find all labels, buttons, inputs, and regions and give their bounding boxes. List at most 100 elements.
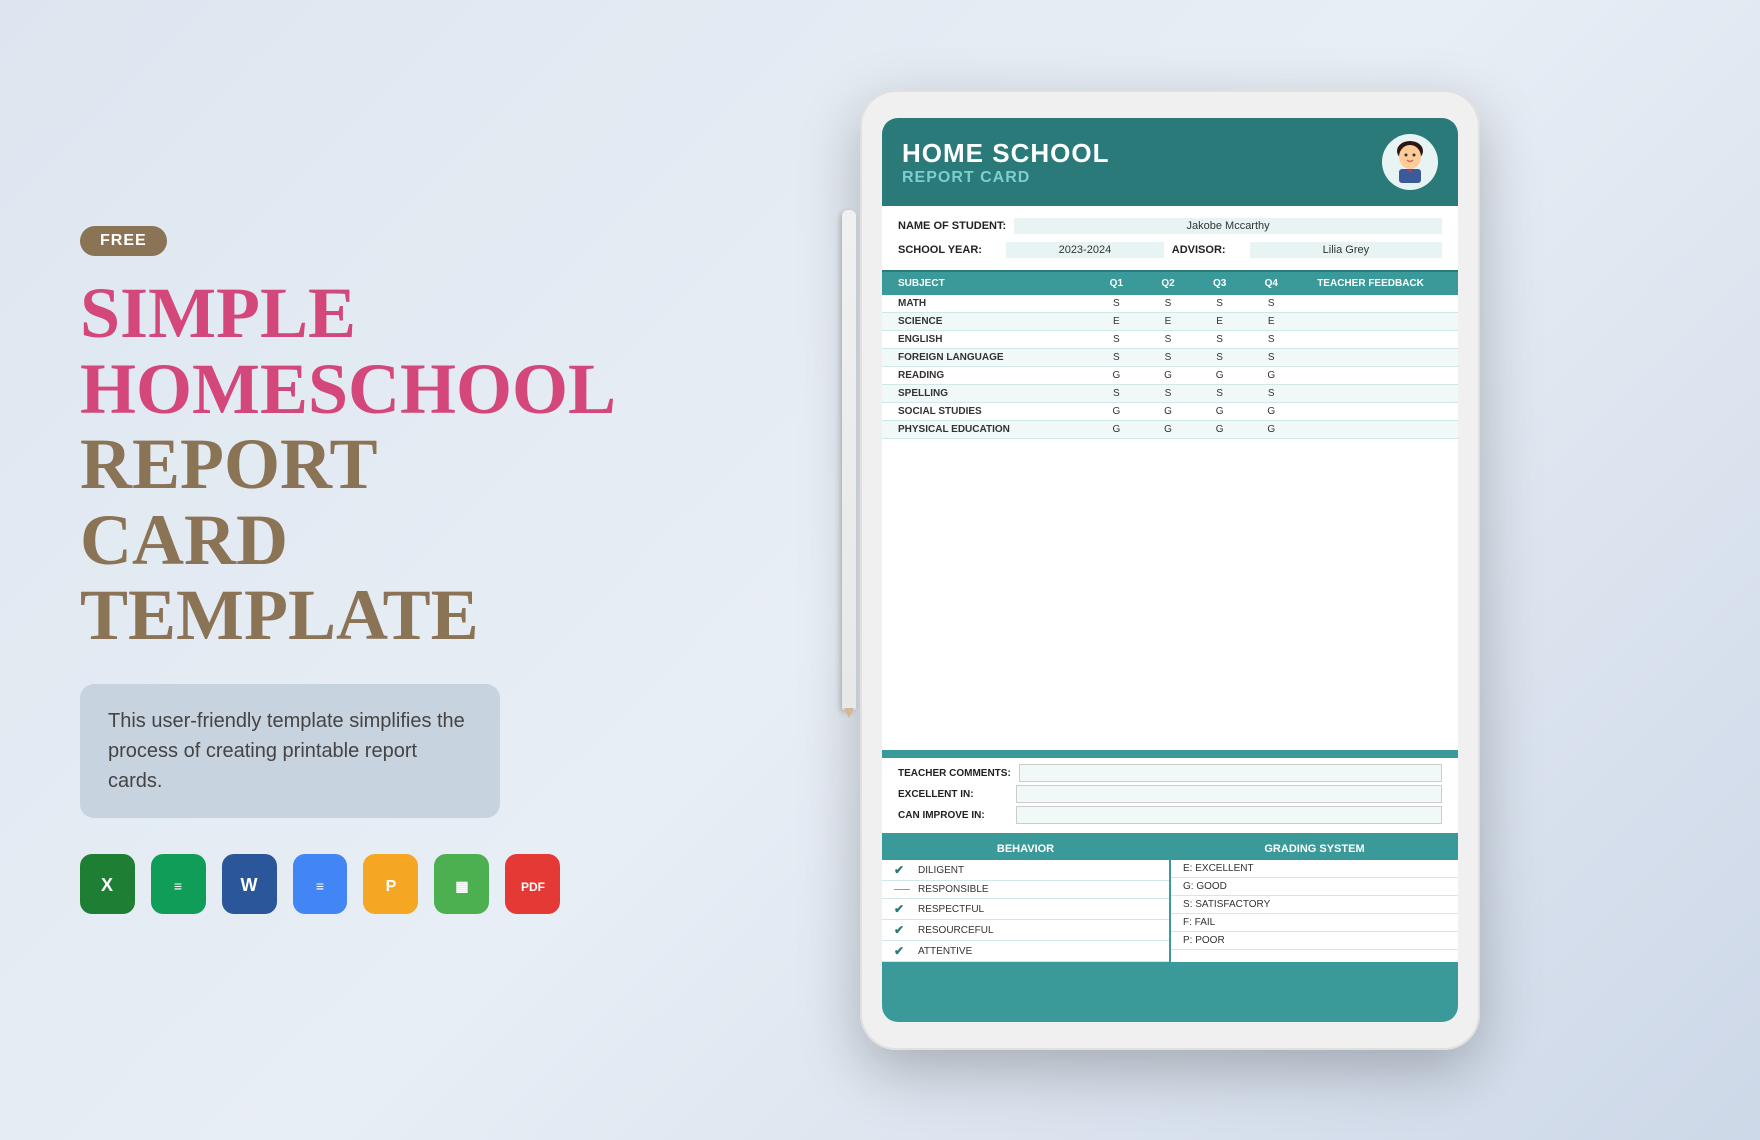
td-q4: S	[1247, 298, 1295, 309]
footer-bar	[882, 962, 1458, 1022]
th-q3: Q3	[1196, 278, 1244, 289]
ipad-frame: HOME SCHOOL REPORT CARD	[860, 90, 1480, 1050]
grading-list: E: EXCELLENTG: GOODS: SATISFACTORYF: FAI…	[1171, 860, 1458, 950]
td-q1: S	[1093, 352, 1141, 363]
td-subject: FOREIGN LANGUAGE	[898, 352, 1089, 363]
td-q4: S	[1247, 334, 1295, 345]
td-q1: E	[1093, 316, 1141, 327]
checkmark-icon: ✔	[894, 902, 910, 916]
excel-icon: X	[80, 854, 135, 914]
comment-value	[1016, 785, 1442, 803]
ipad-screen: HOME SCHOOL REPORT CARD	[882, 118, 1458, 1022]
grading-item: G: GOOD	[1171, 878, 1458, 896]
behavior-label: RESPECTFUL	[918, 904, 984, 915]
school-year-row: SCHOOL YEAR: 2023-2024 ADVISOR: Lilia Gr…	[898, 238, 1442, 262]
report-header: HOME SCHOOL REPORT CARD	[882, 118, 1458, 206]
pdf-icon: PDF	[505, 854, 560, 914]
bottom-section: BEHAVIOR ✔ DILIGENT RESPONSIBLE ✔ RESPECTFUL…	[882, 835, 1458, 962]
grading-item: P: POOR	[1171, 932, 1458, 950]
behavior-list: ✔ DILIGENT RESPONSIBLE ✔ RESPECTFUL ✔RESOURCE…	[882, 860, 1169, 962]
svg-text:≡: ≡	[174, 878, 182, 894]
title-line-4: TEMPLATE	[80, 578, 560, 654]
comment-row: TEACHER COMMENTS:	[898, 764, 1442, 782]
checkmark-icon: ✔	[894, 944, 910, 958]
docs-icon: ≡	[293, 854, 348, 914]
grading-item: E: EXCELLENT	[1171, 860, 1458, 878]
svg-text:▦: ▦	[455, 878, 468, 894]
table-row: READING G G G G	[882, 367, 1458, 385]
td-subject: PHYSICAL EDUCATION	[898, 424, 1089, 435]
word-icon: W	[222, 854, 277, 914]
advisor-value: Lilia Grey	[1250, 242, 1442, 258]
checkmark-icon: ✔	[894, 923, 910, 937]
behavior-item: ✔ RESPECTFUL	[882, 899, 1169, 920]
spacer-1	[882, 750, 1458, 758]
table-row: PHYSICAL EDUCATION G G G G	[882, 421, 1458, 439]
comment-row: EXCELLENT IN:	[898, 785, 1442, 803]
main-title: SIMPLE HOMESCHOOL REPORT CARD TEMPLATE	[80, 276, 560, 654]
numbers-icon: ▦	[434, 854, 489, 914]
td-q4: S	[1247, 388, 1295, 399]
td-q1: G	[1093, 406, 1141, 417]
table-row: SCIENCE E E E E	[882, 313, 1458, 331]
svg-text:W: W	[241, 875, 258, 895]
app-icons-row: X ≡ W ≡ P ▦ PDF	[80, 854, 560, 914]
student-name-label: NAME OF STUDENT:	[898, 220, 1006, 232]
table-row: FOREIGN LANGUAGE S S S S	[882, 349, 1458, 367]
pencil	[842, 210, 856, 710]
title-line-1: SIMPLE	[80, 276, 560, 352]
td-feedback	[1299, 298, 1442, 309]
td-q2: E	[1144, 316, 1192, 327]
td-q1: S	[1093, 334, 1141, 345]
school-year-value: 2023-2024	[1006, 242, 1164, 258]
grading-item: F: FAIL	[1171, 914, 1458, 932]
grading-section: GRADING SYSTEM E: EXCELLENTG: GOODS: SAT…	[1171, 838, 1458, 962]
student-name-row: NAME OF STUDENT: Jakobe Mccarthy	[898, 214, 1442, 238]
th-feedback: TEACHER FEEDBACK	[1299, 278, 1442, 289]
left-panel: FREE SIMPLE HOMESCHOOL REPORT CARD TEMPL…	[0, 0, 620, 1140]
grades-section: SUBJECT Q1 Q2 Q3 Q4 TEACHER FEEDBACK MAT…	[882, 272, 1458, 750]
td-q3: G	[1196, 406, 1244, 417]
table-row: SPELLING S S S S	[882, 385, 1458, 403]
td-feedback	[1299, 316, 1442, 327]
table-header: SUBJECT Q1 Q2 Q3 Q4 TEACHER FEEDBACK	[882, 272, 1458, 295]
comment-label: EXCELLENT IN:	[898, 789, 1008, 800]
right-panel: HOME SCHOOL REPORT CARD	[620, 0, 1760, 1140]
student-name-value: Jakobe Mccarthy	[1014, 218, 1442, 234]
td-subject: SCIENCE	[898, 316, 1089, 327]
td-feedback	[1299, 388, 1442, 399]
td-q3: S	[1196, 334, 1244, 345]
report-title-main: HOME SCHOOL	[902, 138, 1109, 169]
td-q4: G	[1247, 370, 1295, 381]
td-q2: G	[1144, 370, 1192, 381]
td-feedback	[1299, 406, 1442, 417]
behavior-header: BEHAVIOR	[882, 838, 1169, 860]
td-q1: G	[1093, 424, 1141, 435]
th-subject: SUBJECT	[898, 278, 1089, 289]
td-q1: S	[1093, 298, 1141, 309]
td-q3: S	[1196, 388, 1244, 399]
comment-value	[1019, 764, 1442, 782]
td-q4: G	[1247, 424, 1295, 435]
behavior-item: ✔ATTENTIVE	[882, 941, 1169, 962]
td-feedback	[1299, 424, 1442, 435]
behavior-item: RESPONSIBLE	[882, 881, 1169, 899]
table-row: ENGLISH S S S S	[882, 331, 1458, 349]
td-feedback	[1299, 334, 1442, 345]
td-q2: S	[1144, 388, 1192, 399]
td-feedback	[1299, 370, 1442, 381]
behavior-item: ✔RESOURCEFUL	[882, 920, 1169, 941]
behavior-section: BEHAVIOR ✔ DILIGENT RESPONSIBLE ✔ RESPECTFUL…	[882, 838, 1171, 962]
report-header-text: HOME SCHOOL REPORT CARD	[902, 138, 1109, 187]
td-q3: E	[1196, 316, 1244, 327]
comments-section: TEACHER COMMENTS: EXCELLENT IN: CAN IMPR…	[882, 758, 1458, 835]
pages-icon: P	[363, 854, 418, 914]
behavior-label: RESPONSIBLE	[918, 884, 989, 895]
table-row: MATH S S S S	[882, 295, 1458, 313]
td-q3: G	[1196, 424, 1244, 435]
td-q2: G	[1144, 424, 1192, 435]
comment-row: CAN IMPROVE IN:	[898, 806, 1442, 824]
td-q1: S	[1093, 388, 1141, 399]
free-badge: FREE	[80, 226, 167, 256]
behavior-label: DILIGENT	[918, 865, 964, 876]
